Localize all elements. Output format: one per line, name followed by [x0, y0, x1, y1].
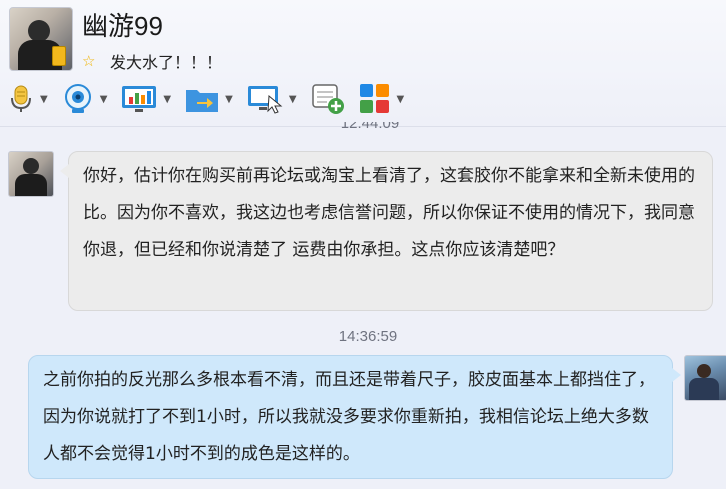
avatar-head [23, 158, 39, 174]
webcam-icon [62, 83, 94, 115]
contact-avatar[interactable] [9, 7, 73, 71]
screen-share-icon [121, 84, 157, 114]
avatar-head [28, 20, 50, 42]
screen-share-button[interactable]: ▼ [121, 84, 171, 114]
avatar-body [689, 378, 719, 400]
create-note-button[interactable] [311, 83, 345, 115]
mobile-online-icon [52, 46, 66, 66]
star-icon: ☆ [82, 52, 96, 70]
remote-assist-button[interactable]: ▼ [247, 84, 297, 114]
self-avatar[interactable] [684, 355, 726, 401]
sender-avatar[interactable] [8, 151, 54, 197]
chevron-down-icon[interactable]: ▼ [40, 94, 48, 105]
remote-assist-icon [247, 84, 283, 114]
incoming-message-bubble: 你好，估计你在购买前再论坛或淘宝上看清了，这套胶你不能拿来和全新未使用的比。因为… [60, 151, 713, 311]
add-note-icon [311, 83, 345, 115]
voice-call-button[interactable]: ▼ [8, 84, 48, 114]
chat-toolbar: ▼ ▼ ▼ ▼ ▼ ▼ [8, 80, 418, 118]
status-message: 发大水了！！！ [110, 53, 223, 72]
avatar-head [697, 364, 711, 378]
status-row: ☆ 发大水了！！！ [82, 50, 222, 72]
outgoing-message-bubble: 之前你拍的反光那么多根本看不清，而且还是带着尺子，胶皮面基本上都挡住了，因为你说… [28, 355, 681, 479]
message-timestamp: 14:36:59 [338, 328, 398, 345]
chevron-down-icon[interactable]: ▼ [289, 94, 297, 105]
video-call-button[interactable]: ▼ [62, 83, 108, 115]
send-file-button[interactable]: ▼ [185, 84, 233, 114]
file-transfer-icon [185, 84, 219, 114]
apps-button[interactable]: ▼ [359, 83, 405, 115]
message-timestamp: 12:44:09 [340, 122, 400, 132]
chat-header: 幽游99 ☆ 发大水了！！！ ▼ ▼ ▼ ▼ ▼ ▼ [0, 0, 726, 127]
chevron-down-icon[interactable]: ▼ [397, 94, 405, 105]
avatar-body [15, 174, 47, 196]
chevron-down-icon[interactable]: ▼ [100, 94, 108, 105]
microphone-icon [8, 84, 34, 114]
chevron-down-icon[interactable]: ▼ [225, 94, 233, 105]
chevron-down-icon[interactable]: ▼ [163, 94, 171, 105]
contact-name[interactable]: 幽游99 [82, 10, 163, 42]
apps-grid-icon [359, 83, 391, 115]
